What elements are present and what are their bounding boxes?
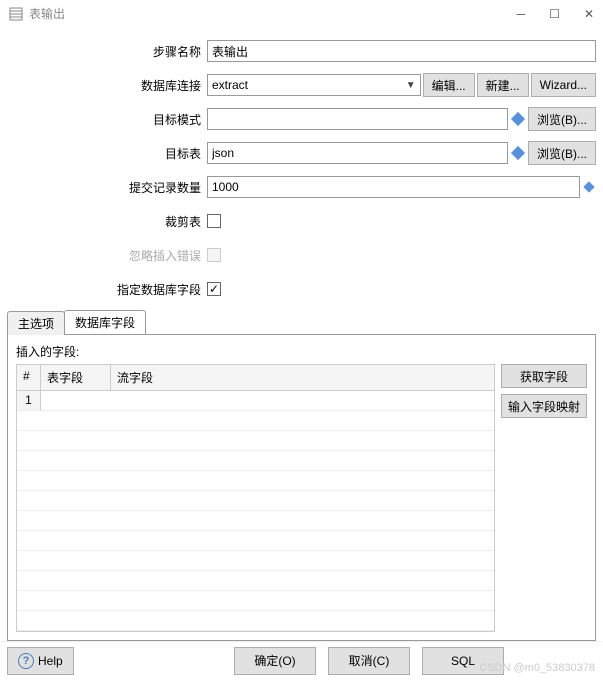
cancel-button[interactable]: 取消(C): [328, 647, 410, 675]
table-body[interactable]: 1: [17, 391, 494, 631]
step-name-input[interactable]: [207, 40, 596, 62]
get-fields-button[interactable]: 获取字段: [501, 364, 587, 388]
enter-mapping-button[interactable]: 输入字段映射: [501, 394, 587, 418]
help-label: Help: [38, 654, 63, 668]
close-button[interactable]: ✕: [584, 7, 594, 21]
variable-icon[interactable]: [511, 112, 525, 126]
watermark: CSDN @m0_53830378: [479, 662, 595, 674]
form-area: 步骤名称 数据库连接 extract ▼ 编辑... 新建... Wizard.…: [1, 26, 602, 310]
browse-table-button[interactable]: 浏览(B)...: [528, 141, 596, 165]
specify-fields-label: 指定数据库字段: [7, 281, 207, 298]
commit-size-input[interactable]: [207, 176, 580, 198]
insert-fields-title: 插入的字段:: [16, 343, 587, 360]
tab-db-fields[interactable]: 数据库字段: [64, 310, 146, 334]
chevron-down-icon: ▼: [406, 80, 416, 91]
browse-schema-button[interactable]: 浏览(B)...: [528, 107, 596, 131]
target-schema-label: 目标模式: [7, 111, 207, 128]
specify-fields-checkbox[interactable]: ✓: [207, 282, 221, 296]
minimize-button[interactable]: ─: [517, 7, 526, 21]
variable-icon[interactable]: [511, 146, 525, 160]
fields-table: # 表字段 流字段 1: [16, 364, 495, 632]
variable-icon[interactable]: [583, 182, 594, 193]
maximize-button[interactable]: ☐: [549, 7, 560, 21]
table-row[interactable]: 1: [17, 391, 494, 411]
window-title: 表输出: [29, 5, 517, 22]
target-table-label: 目标表: [7, 145, 207, 162]
commit-size-label: 提交记录数量: [7, 179, 207, 196]
app-icon: [9, 7, 23, 21]
row-num: 1: [17, 391, 41, 410]
col-stream-field[interactable]: 流字段: [111, 365, 494, 390]
truncate-label: 裁剪表: [7, 213, 207, 230]
titlebar: 表输出 ─ ☐ ✕: [1, 1, 602, 26]
col-num: #: [17, 365, 41, 390]
target-table-input[interactable]: [207, 142, 508, 164]
tabs: 主选项 数据库字段: [1, 310, 602, 334]
tab-content: 插入的字段: # 表字段 流字段 1 获取字: [7, 334, 596, 641]
edit-button[interactable]: 编辑...: [423, 73, 475, 97]
ok-button[interactable]: 确定(O): [234, 647, 316, 675]
step-name-label: 步骤名称: [7, 43, 207, 60]
tab-main[interactable]: 主选项: [7, 311, 65, 335]
db-conn-select[interactable]: extract ▼: [207, 74, 421, 96]
db-conn-label: 数据库连接: [7, 77, 207, 94]
help-button[interactable]: ? Help: [7, 647, 74, 675]
help-icon: ?: [18, 653, 34, 669]
db-conn-value: extract: [212, 78, 248, 92]
target-schema-input[interactable]: [207, 108, 508, 130]
wizard-button[interactable]: Wizard...: [531, 73, 596, 97]
ignore-err-label: 忽略插入错误: [7, 247, 207, 264]
col-table-field[interactable]: 表字段: [41, 365, 111, 390]
ignore-err-checkbox: [207, 248, 221, 262]
new-button[interactable]: 新建...: [477, 73, 529, 97]
truncate-checkbox[interactable]: [207, 214, 221, 228]
